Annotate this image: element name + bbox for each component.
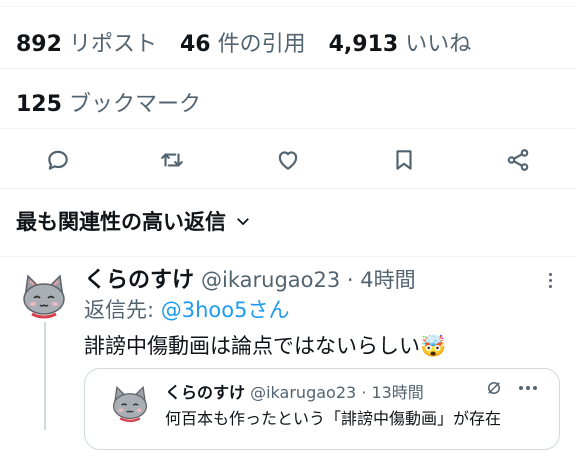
repost-icon [161,153,183,167]
dot [548,284,552,288]
chevron-down-icon [237,218,249,226]
reply-icon [48,150,68,170]
engagement-stats: 892 リポスト 46 件の引用 4,913 いいね [16,26,487,58]
divider [0,128,576,129]
timestamp[interactable]: 4時間 [360,268,415,292]
quoted-tweet-card[interactable]: くらのすけ @ikarugao23 · 13時間 何百本も作ったという「誹謗中傷… [84,368,560,450]
reply-sort-label: 最も関連性の高い返信 [16,210,226,234]
grok-icon[interactable] [485,379,503,397]
quoted-timestamp: 13時間 [371,383,424,402]
repost-button[interactable] [152,140,192,180]
bookmarks-label: ブックマーク [68,92,201,117]
quoted-actions [485,379,537,397]
bookmarks-stat[interactable]: 125 ブックマーク [16,86,201,118]
bookmark-button[interactable] [384,140,424,180]
reposts-stat[interactable]: 892 リポスト [16,32,157,57]
separator: · [356,383,372,402]
quoted-more-button[interactable] [519,386,537,390]
dot [533,386,537,390]
dot [548,272,552,276]
reposts-label: リポスト [68,32,157,57]
divider [0,256,576,257]
more-options-button[interactable] [538,268,562,292]
bookmarks-count: 125 [16,92,62,117]
reply-button[interactable] [38,140,78,180]
reply-header: くらのすけ @ikarugao23 · 4時間 [84,262,416,294]
avatar[interactable] [16,266,72,322]
display-name[interactable]: くらのすけ [84,268,194,293]
likes-count: 4,913 [328,32,399,57]
quoted-user-handle: @ikarugao23 [250,383,357,402]
divider [0,188,576,189]
dot [519,386,523,390]
share-button[interactable] [498,140,538,180]
share-icon [507,149,529,171]
quotes-stat[interactable]: 46 件の引用 [180,32,306,57]
bookmark-icon [396,150,412,170]
thread-line [44,322,46,430]
reply-to-line: 返信先: @3hoo5さん [84,294,290,324]
like-icon [278,151,298,170]
quoted-avatar [107,379,153,425]
divider [0,6,576,7]
quoted-tweet-text: 何百本も作ったという「誹謗中傷動画」が存在 [165,409,502,428]
user-handle[interactable]: @ikarugao23 [201,268,340,292]
separator: · [340,268,361,292]
dot [548,278,552,282]
tweet-text: 誹謗中傷動画は論点ではないらしい🤯 [84,334,447,358]
cat-avatar-icon [23,274,65,319]
quotes-count: 46 [179,32,211,57]
quoted-display-name: くらのすけ [165,383,246,402]
reply-sort-dropdown[interactable]: 最も関連性の高い返信 [16,206,252,236]
quotes-label: 件の引用 [217,32,306,57]
like-button[interactable] [268,140,308,180]
reply-to-mention[interactable]: @3hoo5さん [161,298,290,322]
divider [0,68,576,69]
reposts-count: 892 [16,32,62,57]
dot [526,386,530,390]
likes-stat[interactable]: 4,913 いいね [329,32,472,57]
cat-avatar-icon [112,385,148,423]
reply-to-label: 返信先: [84,298,161,322]
likes-label: いいね [405,32,472,57]
quoted-header: くらのすけ @ikarugao23 · 13時間 [165,379,424,403]
